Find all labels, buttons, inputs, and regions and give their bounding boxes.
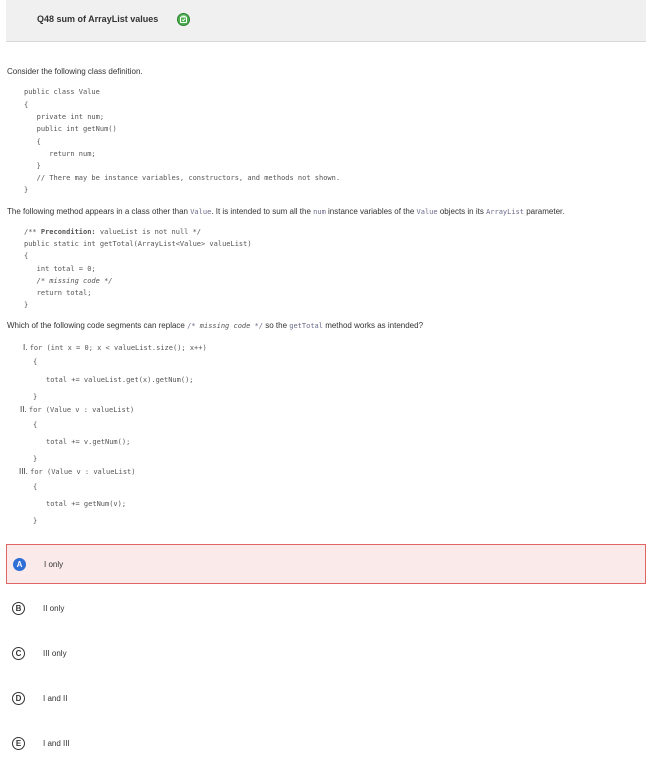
method-signature: public static int getTotal(ArrayList<Val… — [24, 240, 252, 248]
choice-label: I and III — [43, 739, 70, 748]
choice-label: III only — [43, 649, 67, 658]
segment-body: total += getNum(v); — [46, 500, 127, 508]
code-line: { — [33, 358, 38, 366]
choice-label: I only — [44, 560, 64, 569]
text-fragment: so the — [263, 321, 290, 330]
question-header: Q48 sum of ArrayList values — [6, 0, 646, 42]
text-fragment: /** — [24, 228, 41, 236]
choice-label: II only — [43, 604, 65, 613]
segment-label: II. — [20, 405, 27, 414]
inline-code: num — [313, 208, 326, 216]
text-fragment: instance variables of the — [325, 207, 417, 216]
inline-code: Value — [416, 208, 438, 216]
segment-header-code: for (Value v : valueList) — [30, 468, 136, 476]
segment-header: II. for (Value v : valueList) — [20, 405, 134, 414]
code-line: return total; — [24, 289, 92, 297]
inline-code: */ — [250, 322, 263, 330]
code-line: { — [33, 421, 38, 429]
text-fragment: . It is intended to sum all the — [211, 207, 314, 216]
code-line: { — [24, 138, 41, 146]
text-fragment: valueList is not null */ — [95, 228, 202, 236]
answer-choice-b[interactable]: B II only — [0, 588, 646, 628]
code-line: public class Value — [24, 88, 100, 96]
text-fragment: Which of the following code segments can… — [7, 321, 188, 330]
choice-letter-badge: E — [12, 737, 25, 750]
code-line: } — [33, 517, 38, 525]
segment-body: total += v.getNum(); — [46, 438, 131, 446]
code-line: { — [24, 101, 29, 109]
precondition-comment: /** Precondition: valueList is not null … — [24, 228, 201, 236]
text-fragment: objects in its — [437, 207, 487, 216]
code-line: public int getNum() — [24, 125, 117, 133]
code-line: } — [24, 301, 29, 309]
help-icon[interactable] — [177, 13, 190, 26]
answer-choice-e[interactable]: E I and III — [0, 723, 646, 763]
choice-letter-badge: D — [12, 692, 25, 705]
segment-header: III. for (Value v : valueList) — [19, 467, 135, 476]
choice-letter-badge: C — [12, 647, 25, 660]
inline-code: Value — [190, 208, 212, 216]
method-intro-text: The following method appears in a class … — [7, 207, 564, 216]
inline-code: ArrayList — [486, 208, 524, 216]
answer-choice-a[interactable]: A I only — [6, 544, 646, 584]
code-line: { — [24, 252, 29, 260]
code-line: return num; — [24, 150, 96, 158]
inline-code: /* — [187, 322, 200, 330]
code-line: } — [24, 186, 29, 194]
inline-code: getTotal — [289, 322, 323, 330]
segment-header: I. for (int x = 0; x < valueList.size();… — [23, 343, 207, 352]
code-line: } — [33, 393, 38, 401]
code-line: } — [33, 455, 38, 463]
intro-text: Consider the following class definition. — [7, 67, 143, 76]
question-text: Which of the following code segments can… — [7, 321, 423, 330]
code-line: { — [33, 483, 38, 491]
segment-header-code: for (Value v : valueList) — [28, 406, 135, 414]
question-title: Q48 sum of ArrayList values — [37, 14, 159, 24]
inline-code-italic: missing code — [199, 322, 251, 330]
code-line: private int num; — [24, 113, 105, 121]
code-line: } — [24, 162, 41, 170]
answer-choice-c[interactable]: C III only — [0, 633, 646, 673]
text-fragment: parameter. — [524, 207, 565, 216]
text-fragment: method works as intended? — [322, 321, 424, 330]
answer-choice-d[interactable]: D I and II — [0, 678, 646, 718]
choice-label: I and II — [43, 694, 68, 703]
text-fragment: The following method appears in a class … — [7, 207, 191, 216]
precondition-label: Precondition: — [40, 228, 96, 236]
segment-body: total += valueList.get(x).getNum(); — [46, 376, 194, 384]
code-line: int total = 0; — [24, 265, 96, 273]
missing-code-comment: /* missing code */ — [24, 277, 113, 285]
choice-letter-badge: A — [13, 558, 26, 571]
segment-header-code: for (int x = 0; x < valueList.size(); x+… — [29, 344, 207, 352]
code-comment: // There may be instance variables, cons… — [24, 174, 341, 182]
choice-letter-badge: B — [12, 602, 25, 615]
segment-label: I. — [23, 343, 28, 352]
segment-label: III. — [19, 467, 28, 476]
